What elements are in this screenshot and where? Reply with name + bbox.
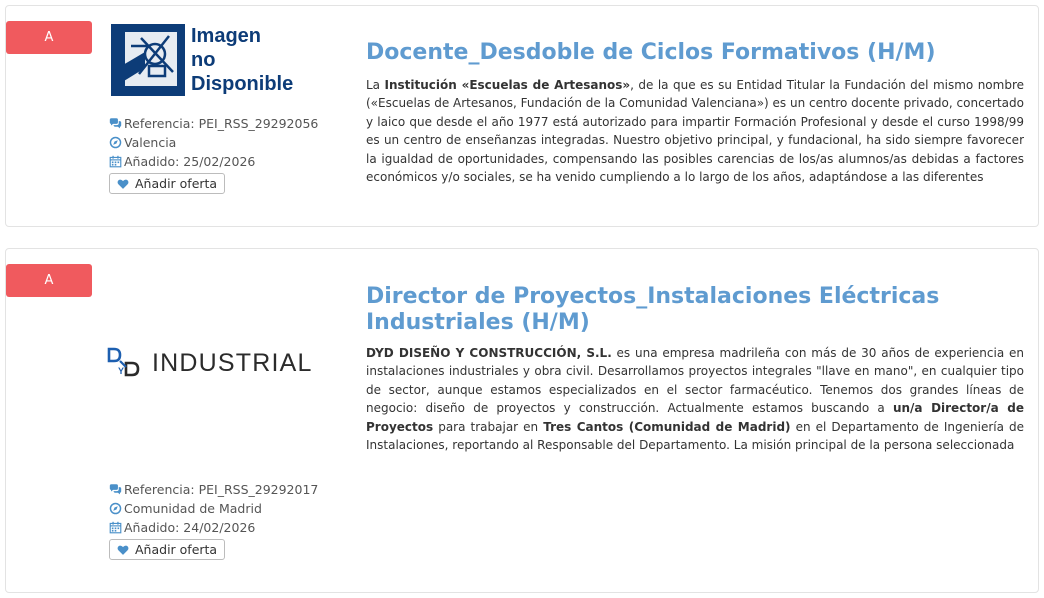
dyd-industrial-logo-icon: Y INDUSTRIAL <box>107 347 313 377</box>
heart-icon <box>117 545 129 555</box>
reference-text: Referencia: PEI_RSS_29292017 <box>124 482 319 497</box>
reference-row: Referencia: PEI_RSS_29292017 <box>109 480 318 499</box>
job-meta: Referencia: PEI_RSS_29292056 Valencia Añ… <box>109 114 318 194</box>
add-offer-label: Añadir oferta <box>135 176 218 191</box>
status-badge: A <box>6 264 92 297</box>
added-row: Añadido: 24/02/2026 <box>109 518 318 537</box>
logo-wordmark: INDUSTRIAL <box>152 349 313 377</box>
comments-icon <box>109 484 122 495</box>
location-icon <box>109 136 122 149</box>
job-description: La Institución «Escuelas de Artesanos», … <box>366 76 1024 186</box>
description-text: para trabajar en <box>433 419 544 434</box>
location-row: Comunidad de Madrid <box>109 499 318 518</box>
svg-text:Y: Y <box>118 366 124 376</box>
description-text: La <box>366 78 385 92</box>
description-text: , de la que es su Entidad Titular la Fun… <box>366 78 1024 185</box>
add-offer-button[interactable]: Añadir oferta <box>109 539 226 560</box>
location-text: Valencia <box>124 135 177 150</box>
heart-icon <box>117 179 129 189</box>
company-logo[interactable]: Imagen no Disponible <box>111 24 311 100</box>
description-highlight: Tres Cantos (Comunidad de Madrid) <box>543 419 791 434</box>
reference-row: Referencia: PEI_RSS_29292056 <box>109 114 318 133</box>
job-title-link[interactable]: Director de Proyectos_Instalaciones Eléc… <box>366 284 1006 336</box>
add-offer-button[interactable]: Añadir oferta <box>109 173 226 194</box>
added-row: Añadido: 25/02/2026 <box>109 152 318 171</box>
description-highlight: Institución «Escuelas de Artesanos» <box>384 78 631 92</box>
added-date: Añadido: 24/02/2026 <box>124 520 256 535</box>
location-row: Valencia <box>109 133 318 152</box>
add-offer-label: Añadir oferta <box>135 542 218 557</box>
company-logo[interactable]: Y INDUSTRIAL <box>106 341 316 385</box>
status-badge: A <box>6 21 92 54</box>
job-meta: Referencia: PEI_RSS_29292017 Comunidad d… <box>109 480 318 560</box>
calendar-icon <box>109 521 122 534</box>
logo-placeholder-text: Imagen no Disponible <box>191 25 294 95</box>
no-image-logo-icon <box>111 24 185 96</box>
job-card: A Y INDUSTRIAL Director de Proyectos_Ins… <box>5 248 1039 593</box>
location-text: Comunidad de Madrid <box>124 501 262 516</box>
job-title-link[interactable]: Docente_Desdoble de Ciclos Formativos (H… <box>366 40 1006 66</box>
description-highlight: DYD DISEÑO Y CONSTRUCCIÓN, S.L. <box>366 346 612 360</box>
job-card: A Imagen no Disponible Docente_Desdoble … <box>5 5 1039 227</box>
comments-icon <box>109 118 122 129</box>
added-date: Añadido: 25/02/2026 <box>124 154 256 169</box>
job-description: DYD DISEÑO Y CONSTRUCCIÓN, S.L. es una e… <box>366 344 1024 454</box>
reference-text: Referencia: PEI_RSS_29292056 <box>124 116 319 131</box>
calendar-icon <box>109 155 122 168</box>
location-icon <box>109 502 122 515</box>
